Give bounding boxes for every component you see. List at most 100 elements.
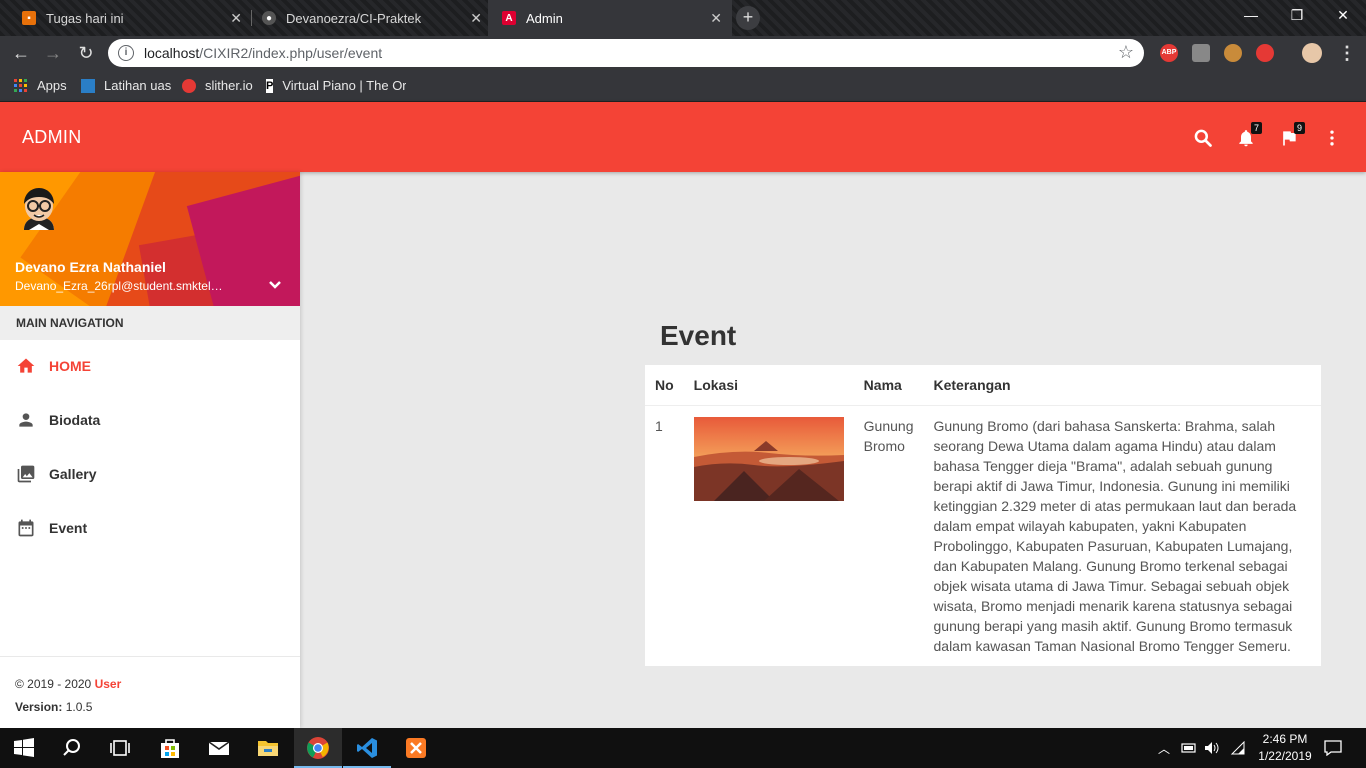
battery-icon[interactable] <box>1180 741 1198 755</box>
url-host: localhost <box>144 45 200 61</box>
vscode-icon[interactable] <box>355 736 379 760</box>
sidebar-item-biodata[interactable]: Biodata <box>0 393 300 447</box>
tab-title: Devanoezra/CI-Praktek <box>286 10 422 26</box>
bookmark-star-icon[interactable]: ☆ <box>1118 42 1134 63</box>
user-name: Devano Ezra Nathaniel <box>15 259 166 275</box>
profile-avatar[interactable] <box>1302 43 1322 63</box>
forward-button[interactable]: → <box>42 42 64 64</box>
cell-keterangan: Gunung Bromo (dari bahasa Sanskerta: Bra… <box>933 417 1297 654</box>
main-navigation-header: MAIN NAVIGATION <box>0 306 300 340</box>
chat-extension-icon[interactable] <box>1192 44 1210 62</box>
version-number: 1.0.5 <box>65 700 93 714</box>
notifications-button[interactable]: 7 <box>1236 122 1262 148</box>
close-tab-icon[interactable]: ✕ <box>710 10 722 27</box>
search-icon[interactable] <box>60 736 84 760</box>
search-icon[interactable] <box>1193 128 1213 148</box>
bookmark-virtual-piano[interactable]: P Virtual Piano | The Or <box>266 78 406 93</box>
tab-title: Admin <box>526 10 563 26</box>
browser-tab[interactable]: ▪ Tugas hari ini ✕ <box>8 0 252 36</box>
briefcase-icon: ▪ <box>22 11 36 25</box>
clock-time: 2:46 PM <box>1262 732 1308 746</box>
page-title: Event <box>660 320 737 351</box>
chrome-icon[interactable] <box>306 736 330 760</box>
sidebar-item-gallery[interactable]: Gallery <box>0 447 300 501</box>
more-vert-icon[interactable] <box>1322 128 1342 148</box>
photo-library-icon <box>17 465 35 483</box>
browser-menu-icon[interactable]: ⋮ <box>1336 42 1358 64</box>
bookmark-latihan-uas[interactable]: Latihan uas <box>81 78 171 93</box>
address-bar[interactable]: i localhost/CIXIR2/index.php/user/event … <box>108 39 1144 67</box>
column-header-lokasi: Lokasi <box>683 365 854 406</box>
cell-nama: Gunung Bromo <box>863 417 914 454</box>
tab-title: Tugas hari ini <box>46 10 124 26</box>
browser-tab-active[interactable]: A Admin ✕ <box>488 0 732 36</box>
mail-icon[interactable] <box>207 736 231 760</box>
wifi-icon[interactable] <box>1230 741 1246 755</box>
info-icon[interactable]: i <box>118 45 134 61</box>
main-content: Event No Lokasi Nama Keterangan 1 Gunung… <box>300 172 1366 728</box>
calendar-icon <box>18 519 34 537</box>
clock-date: 1/22/2019 <box>1258 749 1312 763</box>
sidebar-item-label: Gallery <box>49 466 97 482</box>
close-window-button[interactable]: ✕ <box>1320 0 1366 30</box>
bookmark-slither[interactable]: slither.io <box>182 78 253 93</box>
xampp-icon[interactable] <box>404 736 428 760</box>
copyright: © 2019 - 2020 User <box>15 677 122 691</box>
event-table-card: No Lokasi Nama Keterangan 1 Gunung Bromo… <box>645 365 1321 666</box>
notification-count-badge: 7 <box>1250 122 1262 134</box>
user-email: Devano_Ezra_26rpl@student.smktelkom-mlg.… <box>15 279 225 293</box>
column-header-no: No <box>645 365 684 406</box>
app-brand[interactable]: ADMIN <box>22 127 82 148</box>
maximize-button[interactable]: ❐ <box>1274 0 1320 30</box>
copyright-user-link[interactable]: User <box>95 677 122 691</box>
sidebar-footer: © 2019 - 2020 User Version: 1.0.5 <box>0 656 300 728</box>
browser-tab-strip: ▪ Tugas hari ini ✕ ● Devanoezra/CI-Prakt… <box>0 0 1366 36</box>
browser-tab[interactable]: ● Devanoezra/CI-Praktek ✕ <box>248 0 492 36</box>
home-icon <box>17 358 35 373</box>
windows-start-icon[interactable] <box>12 736 36 760</box>
volume-icon[interactable] <box>1204 741 1220 755</box>
sidebar-item-label: HOME <box>49 358 91 374</box>
adblock-plus-icon[interactable]: ABP <box>1160 44 1178 62</box>
close-tab-icon[interactable]: ✕ <box>230 10 242 27</box>
person-icon <box>19 413 33 427</box>
stop-extension-icon[interactable] <box>1256 44 1274 62</box>
table-row: 1 Gunung Bromo Gunung Bromo (dari bahasa… <box>645 405 1321 666</box>
sidebar-item-label: Event <box>49 520 88 536</box>
github-icon: ● <box>262 11 276 25</box>
chevron-down-icon[interactable] <box>268 280 282 290</box>
store-icon[interactable] <box>158 736 182 760</box>
new-tab-button[interactable]: + <box>736 6 760 30</box>
app-header: ADMIN 7 9 <box>0 102 1366 172</box>
tray-chevron-up-icon[interactable]: ︿ <box>1158 740 1170 757</box>
sidebar-item-home[interactable]: HOME <box>0 339 300 393</box>
apps-grid-icon <box>14 78 27 92</box>
table-header-row: No Lokasi Nama Keterangan <box>645 365 1321 406</box>
piano-icon: P <box>266 78 274 93</box>
avatar <box>24 188 54 230</box>
browser-toolbar: ← → ↻ i localhost/CIXIR2/index.php/user/… <box>0 36 1366 70</box>
system-clock[interactable]: 2:46 PM 1/22/2019 <box>1250 731 1320 765</box>
bromo-photo <box>693 416 844 501</box>
column-header-keterangan: Keterangan <box>923 365 1321 406</box>
back-button[interactable]: ← <box>10 42 32 64</box>
url-path: /CIXIR2/index.php/user/event <box>199 45 383 61</box>
task-view-icon[interactable] <box>108 736 132 760</box>
cookie-extension-icon[interactable] <box>1224 44 1242 62</box>
bookmarks-bar: Apps Latihan uas slither.io P Virtual Pi… <box>0 70 1366 102</box>
sidebar: Devano Ezra Nathaniel Devano_Ezra_26rpl@… <box>0 172 300 728</box>
close-tab-icon[interactable]: ✕ <box>470 10 482 27</box>
user-info-panel: Devano Ezra Nathaniel Devano_Ezra_26rpl@… <box>0 172 300 306</box>
column-header-nama: Nama <box>853 365 924 406</box>
angular-icon: A <box>502 11 516 25</box>
minimize-button[interactable]: — <box>1228 0 1274 30</box>
version-info: Version: 1.0.5 <box>15 700 93 714</box>
sidebar-item-event[interactable]: Event <box>0 501 300 555</box>
tasks-button[interactable]: 9 <box>1279 122 1305 148</box>
file-explorer-icon[interactable] <box>256 736 280 760</box>
action-center-icon[interactable] <box>1324 740 1342 756</box>
site-icon <box>81 78 95 93</box>
reload-button[interactable]: ↻ <box>75 42 97 64</box>
sidebar-item-label: Biodata <box>49 412 101 428</box>
bookmark-apps[interactable]: Apps <box>14 78 67 93</box>
